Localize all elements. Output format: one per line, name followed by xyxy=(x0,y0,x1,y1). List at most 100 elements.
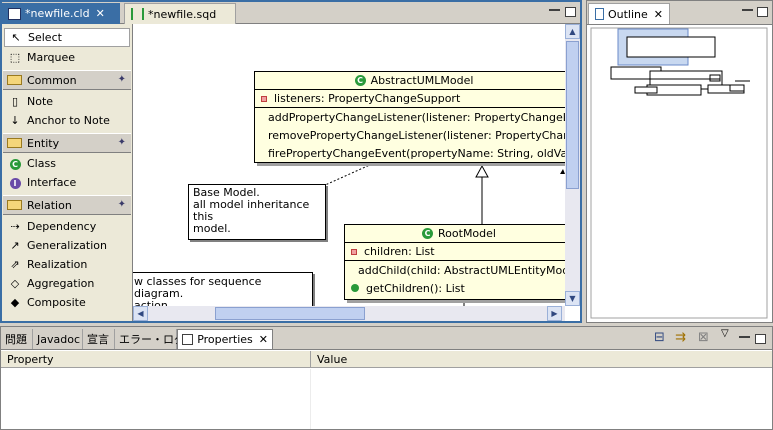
tab-properties[interactable]: Properties ✕ xyxy=(177,329,273,349)
maximize-icon[interactable] xyxy=(565,7,576,17)
column-label: Value xyxy=(317,352,348,366)
properties-table-header: Property Value xyxy=(1,351,772,368)
interface-icon: I xyxy=(8,176,22,189)
show-categories-icon[interactable]: ⊟ xyxy=(654,330,665,345)
minimize-icon[interactable] xyxy=(739,335,750,338)
class-field[interactable]: listeners: PropertyChangeSupport xyxy=(255,90,565,108)
sequence-diagram-icon xyxy=(131,8,144,20)
scroll-left-icon[interactable]: ◀ xyxy=(133,306,148,321)
column-divider xyxy=(310,369,311,429)
dependency-icon: ⇢ xyxy=(10,220,20,233)
class-method[interactable]: firePropertyChangeEvent(propertyName: St… xyxy=(255,144,565,162)
diagram-editor: *newfile.cld ✕ *newfile.sqd ↖ Select ⬚ M… xyxy=(0,0,582,323)
diagram-canvas[interactable]: C AbstractUMLModel listeners: PropertyCh… xyxy=(133,24,565,306)
palette-marquee-tool[interactable]: ⬚ Marquee xyxy=(4,48,130,67)
restore-default-icon[interactable]: ⊠ xyxy=(698,330,709,345)
class-icon: C xyxy=(8,157,22,170)
tab-javadoc[interactable]: Javadoc xyxy=(33,329,83,349)
scroll-thumb[interactable] xyxy=(566,41,579,189)
class-rootmodel[interactable]: C RootModel children: List addChild(chil… xyxy=(344,224,565,300)
palette-aggregation-tool[interactable]: ◇ Aggregation xyxy=(4,274,130,293)
note-base-model[interactable]: Base Model. all model inheritance this m… xyxy=(188,184,326,240)
tab-label: 問題 xyxy=(5,333,27,346)
generalization-icon: ↗ xyxy=(10,239,20,252)
maximize-icon[interactable] xyxy=(755,334,766,344)
view-menu-icon[interactable]: ▽ xyxy=(721,328,729,339)
minimize-icon[interactable] xyxy=(549,8,560,11)
class-name: AbstractUMLModel xyxy=(370,74,474,87)
tab-outline[interactable]: Outline ✕ xyxy=(588,3,670,24)
method-text: firePropertyChangeEvent(propertyName: St… xyxy=(268,146,565,160)
scroll-down-icon[interactable]: ▼ xyxy=(565,291,580,306)
palette-realization-tool[interactable]: ⇗ Realization xyxy=(4,255,130,274)
tool-label: Marquee xyxy=(27,51,76,64)
drawer-entity[interactable]: Entity ✦ xyxy=(3,133,131,153)
pin-icon[interactable]: ✦ xyxy=(118,199,126,210)
pin-icon[interactable]: ✦ xyxy=(118,137,126,148)
class-method[interactable]: getChildren(): List xyxy=(345,279,565,297)
composite-icon: ◆ xyxy=(10,296,20,309)
palette-class-tool[interactable]: C Class xyxy=(4,154,130,173)
properties-panel: 問題 Javadoc 宣言 エラー・ログ Properties ✕ ⊟ ⇉ ⊠ … xyxy=(0,326,773,430)
folder-icon xyxy=(7,75,22,85)
tool-label: Note xyxy=(27,95,54,108)
scroll-right-icon[interactable]: ▶ xyxy=(547,306,562,321)
tool-label: Aggregation xyxy=(27,277,95,290)
tool-label: Generalization xyxy=(27,239,107,252)
class-abstractumlmodel[interactable]: C AbstractUMLModel listeners: PropertyCh… xyxy=(254,71,565,163)
class-diagram-icon xyxy=(8,7,21,20)
close-icon[interactable]: ✕ xyxy=(96,7,105,20)
scroll-up-icon[interactable]: ▲ xyxy=(565,24,580,39)
class-method[interactable]: addPropertyChangeListener(listener: Prop… xyxy=(255,108,565,126)
drawer-label: Relation xyxy=(27,198,72,212)
field-text: listeners: PropertyChangeSupport xyxy=(274,92,461,105)
private-field-icon xyxy=(351,248,357,255)
bottom-tab-bar: 問題 Javadoc 宣言 エラー・ログ Properties ✕ ⊟ ⇉ ⊠ … xyxy=(1,327,772,350)
palette: ↖ Select ⬚ Marquee Common ✦ ▯ Note ↓ Anc… xyxy=(2,24,133,321)
drawer-common[interactable]: Common ✦ xyxy=(3,70,131,90)
class-icon: C xyxy=(354,75,366,86)
tab-newfile-sqd[interactable]: *newfile.sqd xyxy=(124,3,236,24)
class-field[interactable]: children: List xyxy=(345,243,565,261)
palette-anchor-tool[interactable]: ↓ Anchor to Note xyxy=(4,111,130,130)
palette-interface-tool[interactable]: I Interface xyxy=(4,173,130,192)
horizontal-scrollbar[interactable]: ◀ ▶ xyxy=(133,306,565,321)
column-property[interactable]: Property xyxy=(1,351,311,367)
class-icon: C xyxy=(422,228,434,239)
editor-tab-bar: *newfile.cld ✕ *newfile.sqd xyxy=(2,2,580,24)
method-text: addPropertyChangeListener(listener: Prop… xyxy=(268,110,565,124)
palette-note-tool[interactable]: ▯ Note xyxy=(4,92,130,111)
column-value[interactable]: Value xyxy=(311,351,772,367)
palette-generalization-tool[interactable]: ↗ Generalization xyxy=(4,236,130,255)
pin-icon[interactable]: ✦ xyxy=(118,74,126,85)
class-name: RootModel xyxy=(438,227,496,240)
tab-error-log[interactable]: エラー・ログ xyxy=(115,329,185,349)
minimize-icon[interactable] xyxy=(742,8,753,11)
tab-label: Properties xyxy=(197,333,253,346)
scroll-thumb[interactable] xyxy=(215,307,365,320)
tab-newfile-cld[interactable]: *newfile.cld ✕ xyxy=(2,3,120,24)
note-icon: ▯ xyxy=(11,95,19,108)
palette-composite-tool[interactable]: ◆ Composite xyxy=(4,293,130,312)
tab-problems[interactable]: 問題 xyxy=(1,329,33,349)
palette-select-tool[interactable]: ↖ Select xyxy=(4,28,130,47)
drawer-relation[interactable]: Relation ✦ xyxy=(3,195,131,215)
close-icon[interactable]: ✕ xyxy=(259,333,268,346)
properties-icon xyxy=(182,334,194,345)
show-advanced-icon[interactable]: ⇉ xyxy=(675,330,686,345)
drawer-label: Common xyxy=(27,73,77,87)
maximize-icon[interactable] xyxy=(757,7,768,17)
vertical-scrollbar[interactable]: ▲ ▼ xyxy=(565,24,580,306)
note-sequence[interactable]: w classes for sequence diagram. action xyxy=(133,272,313,306)
class-method[interactable]: removePropertyChangeListener(listener: P… xyxy=(255,126,565,144)
tab-declaration[interactable]: 宣言 xyxy=(83,329,115,349)
aggregation-icon: ◇ xyxy=(10,277,20,290)
note-line: all model inheritance this xyxy=(193,198,310,223)
outline-thumbnail[interactable] xyxy=(590,27,770,321)
class-method[interactable]: addChild(child: AbstractUMLEntityMode xyxy=(345,261,565,279)
palette-dependency-tool[interactable]: ⇢ Dependency xyxy=(4,217,130,236)
close-icon[interactable]: ✕ xyxy=(654,8,663,21)
tab-label: *newfile.cld xyxy=(25,7,90,20)
drawer-label: Entity xyxy=(27,136,60,150)
tool-label: Anchor to Note xyxy=(27,114,110,127)
